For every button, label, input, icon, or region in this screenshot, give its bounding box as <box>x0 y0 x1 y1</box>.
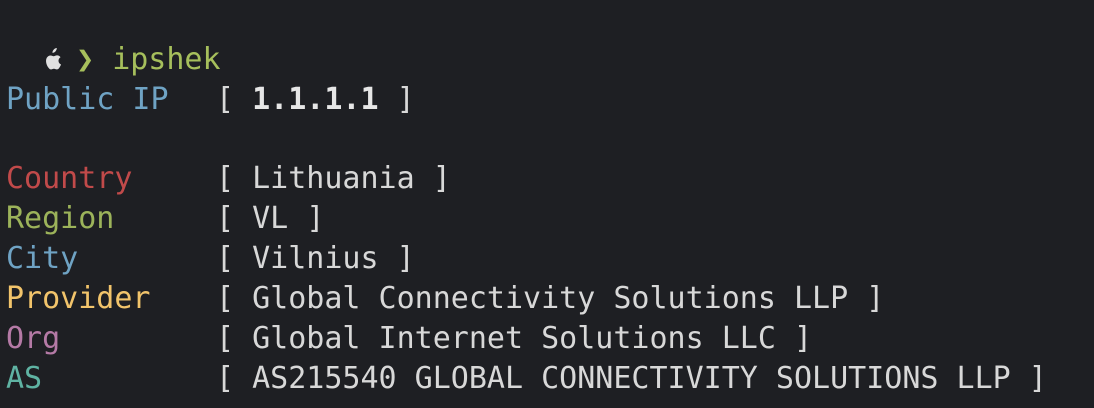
open-bracket: [ <box>216 82 235 117</box>
close-bracket: ] <box>396 241 415 276</box>
public-ip-row: Public IP [ 1.1.1.1 ] <box>6 80 415 120</box>
as-value: AS215540 GLOBAL CONNECTIVITY SOLUTIONS L… <box>252 361 1011 396</box>
provider-value: Global Connectivity Solutions LLP <box>252 281 849 316</box>
apple-icon <box>46 48 62 70</box>
prompt-chevron: ❯ <box>76 42 95 77</box>
public-ip-value: 1.1.1.1 <box>252 82 379 117</box>
as-label: AS <box>6 361 43 396</box>
region-value: VL <box>252 201 289 236</box>
command-text[interactable]: ipshek <box>112 42 220 77</box>
provider-row: Provider [ Global Connectivity Solutions … <box>6 279 884 319</box>
open-bracket: [ <box>216 281 235 316</box>
org-row: Org [ Global Internet Solutions LLC ] <box>6 319 812 359</box>
close-bracket: ] <box>793 321 813 356</box>
close-bracket: ] <box>306 201 325 236</box>
close-bracket: ] <box>866 281 885 316</box>
close-bracket: ] <box>432 161 451 196</box>
open-bracket: [ <box>216 201 235 236</box>
open-bracket: [ <box>216 241 235 276</box>
shell-prompt: ❯ ipshek <box>6 0 221 77</box>
country-value: Lithuania <box>252 161 415 196</box>
open-bracket: [ <box>216 361 235 396</box>
city-row: City [ Vilnius ] <box>6 239 415 279</box>
close-bracket: ] <box>396 82 415 117</box>
open-bracket: [ <box>216 161 235 196</box>
org-value: Global Internet Solutions LLC <box>252 321 776 356</box>
org-label: Org <box>6 321 61 356</box>
close-bracket: ] <box>1028 361 1047 396</box>
country-row: Country [ Lithuania ] <box>6 159 451 199</box>
region-label: Region <box>6 201 115 236</box>
public-ip-label: Public IP <box>6 82 169 117</box>
open-bracket: [ <box>216 321 235 356</box>
country-label: Country <box>6 161 133 196</box>
as-row: AS [ AS215540 GLOBAL CONNECTIVITY SOLUTIO… <box>6 359 1047 399</box>
city-label: City <box>6 241 79 276</box>
provider-label: Provider <box>6 281 151 316</box>
city-value: Vilnius <box>252 241 379 276</box>
region-row: Region [ VL ] <box>6 199 324 239</box>
